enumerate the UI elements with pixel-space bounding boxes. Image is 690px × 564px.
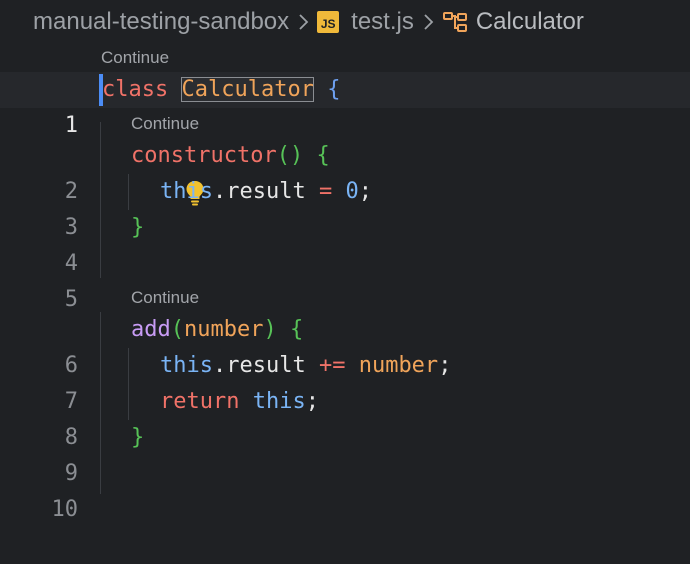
token-number: 0: [345, 179, 359, 204]
token-parameter: number: [358, 353, 439, 378]
token-brace: }: [131, 425, 145, 450]
token-method-name: constructor: [131, 143, 277, 168]
token-property: .result: [212, 179, 306, 204]
token-paren: ): [263, 317, 277, 342]
token-property: .result: [212, 353, 306, 378]
token-operator: =: [318, 179, 333, 204]
chevron-right-icon: [422, 13, 434, 31]
token-class-name: Calculator: [181, 77, 314, 102]
codelens-continue[interactable]: Continue: [131, 288, 199, 308]
breadcrumb-file-label: test.js: [351, 8, 414, 35]
token-brace: {: [327, 77, 341, 102]
token-operator: +=: [318, 353, 346, 378]
class-symbol-icon: [442, 10, 470, 34]
codelens-continue[interactable]: Continue: [101, 48, 169, 68]
token-keyword: class: [102, 77, 169, 102]
code-line-3[interactable]: 3 this.result = 0;: [0, 174, 690, 240]
code-line-10[interactable]: 10: [0, 456, 690, 522]
token-parameter: number: [184, 317, 264, 342]
code-line-9[interactable]: 9 }: [0, 420, 690, 486]
code-line-8[interactable]: 8 return this;: [0, 384, 690, 450]
code-line-4[interactable]: 4 }: [0, 210, 690, 276]
breadcrumb: manual-testing-sandbox JS test.js Calcul…: [0, 0, 690, 44]
token-semicolon: ;: [358, 179, 372, 204]
codelens-continue[interactable]: Continue: [131, 114, 199, 134]
code-line-5[interactable]: 5: [0, 246, 690, 312]
token-method-name: add: [131, 317, 171, 342]
breadcrumb-file[interactable]: JS test.js: [317, 8, 414, 36]
token-this: this: [160, 179, 213, 204]
line-number: 10: [51, 497, 79, 522]
code-line-2[interactable]: 2 constructor() {: [0, 138, 690, 206]
token-brace: }: [131, 215, 145, 240]
chevron-right-icon: [297, 13, 309, 31]
token-this: this: [160, 353, 213, 378]
code-line-7[interactable]: 7 this.result += number;: [0, 348, 690, 414]
token-brace: {: [289, 317, 304, 342]
token-semicolon: ;: [305, 389, 319, 414]
breadcrumb-symbol-label: Calculator: [475, 8, 584, 35]
code-line-1[interactable]: 1 class Calculator {: [0, 72, 690, 138]
token-this: this: [252, 389, 306, 414]
token-paren: (: [170, 317, 184, 342]
javascript-file-icon: JS: [317, 11, 340, 33]
code-editor[interactable]: Continue 1 class Calculator { Continue 2…: [0, 44, 690, 522]
token-keyword: return: [160, 389, 240, 414]
token-parens: (): [276, 143, 304, 168]
breadcrumb-symbol[interactable]: Calculator: [442, 8, 584, 36]
token-brace: {: [316, 143, 330, 168]
breadcrumb-folder[interactable]: manual-testing-sandbox: [33, 8, 289, 36]
token-semicolon: ;: [438, 353, 452, 378]
code-line-6[interactable]: 6 add(number) {: [0, 312, 690, 378]
